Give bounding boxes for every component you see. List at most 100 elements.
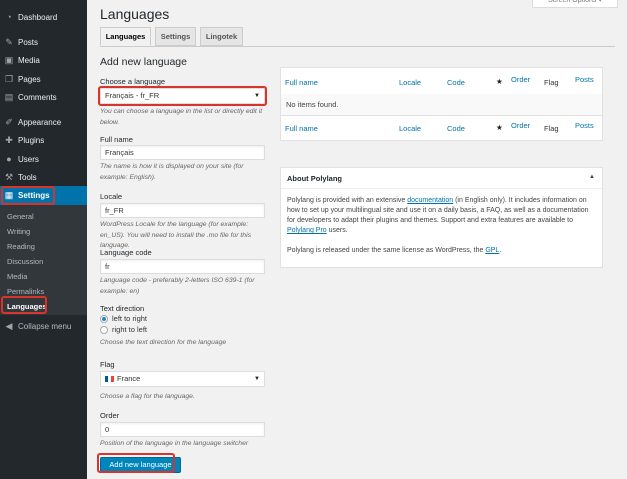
collapse-icon: ◀ [5, 320, 13, 331]
media-icon: ▣ [4, 54, 14, 65]
dropdown-arrow-icon: ▼ [254, 376, 260, 382]
column-order[interactable]: Order [511, 121, 530, 130]
submenu-media[interactable]: Media [7, 272, 27, 281]
column-code[interactable]: Code [447, 124, 465, 133]
submenu-general[interactable]: General [7, 212, 34, 221]
column-locale[interactable]: Locale [399, 78, 421, 87]
menu-label: Comments [18, 92, 57, 102]
order-label: Order [100, 411, 120, 420]
users-icon: ● [6, 154, 12, 164]
radio-unchecked-icon [100, 325, 108, 334]
submenu-writing[interactable]: Writing [7, 227, 30, 236]
languages-table-header: Full name Locale Code ★ Order Flag Posts [280, 67, 603, 95]
about-text: Polylang is provided with an extensive [287, 197, 408, 204]
menu-dashboard[interactable]: ◔ Dashboard [0, 8, 87, 26]
collapse-menu-button[interactable]: ◀ Collapse menu [0, 317, 87, 335]
column-full-name[interactable]: Full name [285, 124, 318, 133]
appearance-icon: ✐ [5, 116, 13, 127]
radio-left-to-right[interactable]: left to right [100, 314, 147, 323]
locale-description: WordPress Locale for the language (for e… [100, 221, 251, 249]
menu-label: Posts [18, 37, 39, 47]
documentation-link[interactable]: documentation [407, 197, 453, 204]
highlight-box [1, 186, 55, 205]
flag-label: Flag [100, 360, 115, 369]
about-title-text: About Polylang [287, 174, 342, 183]
france-flag-icon [105, 376, 114, 383]
pages-icon: ❐ [4, 73, 14, 84]
language-code-description: Language code - preferably 2-letters ISO… [100, 277, 255, 295]
radio-label: left to right [112, 314, 148, 323]
main-content: Screen Options ▾ Languages Languages Set… [88, 0, 627, 479]
column-order[interactable]: Order [511, 75, 530, 84]
screen-options-button[interactable]: Screen Options ▾ [532, 0, 618, 8]
submenu-permalinks[interactable]: Permalinks [7, 287, 44, 296]
gpl-link[interactable]: GPL [485, 247, 499, 254]
column-full-name[interactable]: Full name [285, 78, 318, 87]
tools-icon: ⚒ [4, 171, 14, 182]
polylang-pro-link[interactable]: Polylang Pro [287, 227, 327, 234]
about-text: . [499, 247, 502, 254]
column-locale[interactable]: Locale [399, 124, 421, 133]
submenu-reading[interactable]: Reading [7, 242, 35, 251]
language-code-label: Language code [100, 248, 152, 257]
menu-media[interactable]: ▣ Media [0, 51, 87, 69]
highlight-box [1, 296, 47, 314]
column-posts[interactable]: Posts [575, 121, 594, 130]
radio-label: right to left [112, 325, 148, 334]
comments-icon: ▤ [4, 91, 14, 102]
menu-label: Pages [18, 74, 41, 84]
menu-users[interactable]: ● Users [0, 150, 87, 168]
menu-pages[interactable]: ❐ Pages [0, 70, 87, 88]
menu-posts[interactable]: ✎ Posts [0, 33, 87, 51]
tab-lingotek[interactable]: Lingotek [200, 27, 243, 46]
about-text: users. [326, 227, 348, 234]
form-heading: Add new language [100, 56, 187, 68]
highlight-box [98, 86, 267, 106]
radio-right-to-left[interactable]: right to left [100, 325, 147, 334]
menu-appearance[interactable]: ✐ Appearance [0, 113, 87, 131]
page-title: Languages [100, 6, 170, 22]
collapse-label: Collapse menu [18, 321, 72, 331]
column-flag: Flag [544, 78, 559, 87]
flag-select[interactable]: France ▼ [100, 371, 265, 387]
pushpin-icon: ✎ [5, 36, 13, 47]
menu-label: Users [18, 154, 39, 164]
dashboard-icon: ◔ [6, 12, 12, 22]
collapse-arrow-icon[interactable]: ▲ [589, 174, 595, 180]
languages-table-footer: Full name Locale Code ★ Order Flag Posts [280, 115, 603, 141]
star-icon: ★ [496, 77, 503, 86]
about-polylang-box: About Polylang ▲ Polylang is provided wi… [280, 167, 603, 268]
star-icon: ★ [496, 123, 503, 132]
column-flag: Flag [544, 124, 559, 133]
full-name-description: The name is how it is displayed on your … [100, 163, 244, 181]
flag-select-value: France [117, 374, 141, 383]
full-name-label: Full name [100, 135, 133, 144]
about-text: Polylang is released under the same lice… [287, 247, 486, 254]
text-direction-description: Choose the text direction for the langua… [100, 339, 227, 346]
locale-input[interactable]: fr_FR [100, 203, 265, 218]
submenu-discussion[interactable]: Discussion [7, 257, 43, 266]
full-name-input[interactable]: Français [100, 145, 265, 160]
tab-settings[interactable]: Settings [155, 27, 196, 46]
choose-language-description: You can choose a language in the list or… [100, 108, 263, 126]
admin-sidebar: ◔ Dashboard ✎ Posts ▣ Media ❐ Pages ▤ Comment… [0, 0, 87, 479]
menu-plugins[interactable]: ✚ Plugins [0, 131, 87, 149]
locale-label: Locale [100, 192, 123, 201]
column-code[interactable]: Code [447, 78, 465, 87]
no-items-row: No items found. [280, 94, 603, 116]
language-code-input[interactable]: fr [100, 259, 265, 274]
menu-label: Tools [18, 172, 37, 182]
about-polylang-title[interactable]: About Polylang [281, 168, 602, 189]
menu-comments[interactable]: ▤ Comments [0, 88, 87, 106]
tab-divider [100, 46, 615, 47]
menu-label: Plugins [18, 135, 45, 145]
order-description: Position of the language in the language… [100, 440, 249, 447]
tab-languages[interactable]: Languages [100, 27, 151, 46]
menu-label: Dashboard [18, 12, 58, 22]
menu-tools[interactable]: ⚒ Tools [0, 168, 87, 186]
menu-label: Appearance [18, 117, 62, 127]
order-input[interactable]: 0 [100, 422, 265, 437]
column-posts[interactable]: Posts [575, 75, 594, 84]
about-paragraph-2: Polylang is released under the same lice… [287, 246, 597, 256]
text-direction-label: Text direction [100, 304, 145, 313]
